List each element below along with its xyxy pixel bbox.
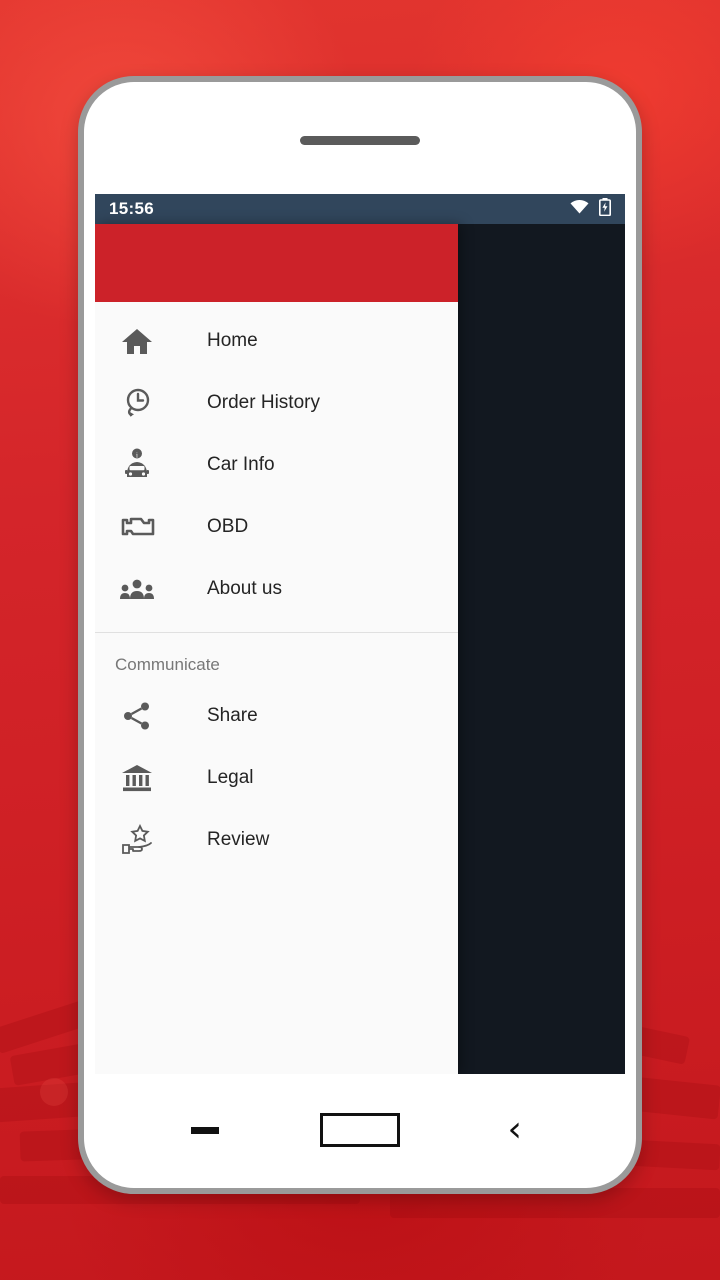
sidebar-item-order-history[interactable]: Order History xyxy=(95,372,458,434)
hand-star-icon xyxy=(115,824,159,856)
status-bar: 15:56 xyxy=(95,194,625,224)
sidebar-item-home[interactable]: Home xyxy=(95,310,458,372)
sidebar-item-label: Share xyxy=(207,705,258,726)
home-button[interactable] xyxy=(319,1100,400,1160)
status-bar-clock: 15:56 xyxy=(109,199,154,218)
sidebar-item-label: Order History xyxy=(207,392,320,413)
drawer-secondary-menu: Share Legal Review xyxy=(95,685,458,871)
battery-charging-icon xyxy=(599,197,611,221)
drawer-header xyxy=(95,224,458,302)
sidebar-item-label: About us xyxy=(207,578,282,599)
sidebar-item-obd[interactable]: OBD xyxy=(95,496,458,558)
sidebar-item-car-info[interactable]: i Car Info xyxy=(95,434,458,496)
android-navigation-bar: ‹ xyxy=(84,1082,636,1178)
sidebar-item-label: Legal xyxy=(207,767,254,788)
bank-icon xyxy=(115,763,159,793)
history-clock-icon xyxy=(115,387,159,419)
sidebar-item-label: Car Info xyxy=(207,454,275,475)
sidebar-item-share[interactable]: Share xyxy=(95,685,458,747)
drawer-section-title: Communicate xyxy=(115,655,220,674)
earpiece-speaker xyxy=(300,136,420,145)
home-icon xyxy=(115,326,159,356)
sidebar-item-about-us[interactable]: About us xyxy=(95,558,458,620)
home-rect-icon xyxy=(319,1113,400,1147)
drawer-primary-menu: Home Order History i Car Info OBD About … xyxy=(95,302,458,630)
people-group-icon xyxy=(115,578,159,600)
navigation-drawer: Home Order History i Car Info OBD About … xyxy=(95,224,458,1074)
sidebar-item-label: Home xyxy=(207,330,258,351)
svg-text:i: i xyxy=(136,451,138,459)
back-button[interactable]: ‹ xyxy=(475,1100,555,1160)
wifi-icon xyxy=(570,199,589,219)
engine-check-icon xyxy=(115,514,159,540)
sidebar-item-legal[interactable]: Legal xyxy=(95,747,458,809)
car-info-icon: i xyxy=(115,448,159,482)
status-bar-icons xyxy=(570,197,611,221)
sidebar-item-label: Review xyxy=(207,829,270,850)
recent-apps-icon xyxy=(191,1126,220,1134)
sidebar-item-review[interactable]: Review xyxy=(95,809,458,871)
phone-screen: 15:56 AUTOZOOP MECHANIC AREA xyxy=(95,194,625,1074)
share-icon xyxy=(115,701,159,731)
sidebar-item-label: OBD xyxy=(207,516,249,537)
phone-frame: 15:56 AUTOZOOP MECHANIC AREA xyxy=(78,76,642,1194)
recent-apps-button[interactable] xyxy=(165,1100,245,1160)
chevron-left-icon: ‹ xyxy=(507,1109,522,1150)
